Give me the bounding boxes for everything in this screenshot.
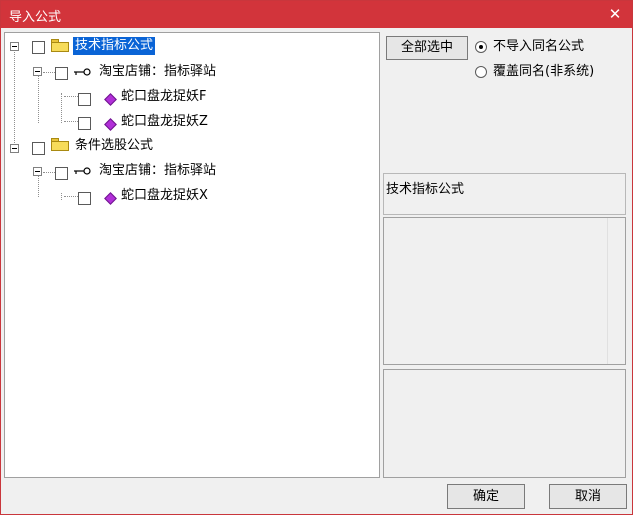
folder-icon bbox=[51, 138, 69, 151]
key-icon bbox=[74, 68, 91, 76]
formula-description-box[interactable] bbox=[383, 217, 626, 365]
collapse-toggle[interactable] bbox=[10, 42, 19, 51]
formula-detail-box[interactable] bbox=[383, 369, 626, 478]
collapse-toggle[interactable] bbox=[33, 67, 42, 76]
tree-item-label: 条件选股公式 bbox=[75, 138, 154, 153]
window-title: 导入公式 bbox=[9, 10, 62, 25]
radio-label: 覆盖同名(非系统) bbox=[493, 64, 595, 79]
formula-icon bbox=[104, 192, 117, 205]
radio-button[interactable] bbox=[475, 66, 487, 78]
close-icon[interactable]: ✕ bbox=[604, 3, 626, 25]
collapse-toggle[interactable] bbox=[33, 167, 42, 176]
radio-button[interactable] bbox=[475, 41, 487, 53]
tree-item-formula-x[interactable]: 蛇口盘龙捉妖X bbox=[5, 186, 375, 208]
tree-item-formula-z[interactable]: 蛇口盘龙捉妖Z bbox=[5, 112, 375, 134]
checkbox[interactable] bbox=[32, 142, 45, 155]
formula-icon bbox=[104, 93, 117, 106]
checkbox[interactable] bbox=[55, 167, 68, 180]
tree-item-label: 蛇口盘龙捉妖Z bbox=[121, 114, 208, 129]
radio-skip-duplicates[interactable]: 不导入同名公式 bbox=[475, 38, 625, 56]
formula-tree[interactable]: 技术指标公式 淘宝店铺：指标驿站 蛇口盘龙捉妖F 蛇口盘龙捉妖Z 条件选股公式 … bbox=[4, 32, 380, 478]
radio-overwrite-duplicates[interactable]: 覆盖同名(非系统) bbox=[475, 63, 625, 81]
tree-item-label: 技术指标公式 bbox=[73, 37, 156, 55]
cancel-button[interactable]: 取消 bbox=[549, 484, 627, 509]
tree-item-stock-selection[interactable]: 条件选股公式 bbox=[5, 137, 375, 159]
select-all-button[interactable]: 全部选中 bbox=[386, 36, 468, 60]
title-bar[interactable]: 导入公式 ✕ bbox=[1, 1, 632, 28]
tree-item-label: 淘宝店铺：指标驿站 bbox=[99, 64, 217, 79]
formula-category: 技术指标公式 bbox=[386, 182, 465, 197]
checkbox[interactable] bbox=[32, 41, 45, 54]
checkbox[interactable] bbox=[78, 192, 91, 205]
formula-category-box: 技术指标公式 bbox=[383, 173, 626, 215]
tree-item-formula-f[interactable]: 蛇口盘龙捉妖F bbox=[5, 87, 375, 109]
tree-item-label: 淘宝店铺：指标驿站 bbox=[99, 163, 217, 178]
key-icon bbox=[74, 167, 91, 175]
import-formula-dialog: 导入公式 ✕ 技术指标公式 淘宝店铺：指标驿站 蛇口盘龙捉妖F 蛇口盘龙捉妖Z … bbox=[0, 0, 633, 515]
checkbox[interactable] bbox=[55, 67, 68, 80]
tree-item-indicator-formulas[interactable]: 技术指标公式 bbox=[5, 37, 375, 59]
tree-item-shop[interactable]: 淘宝店铺：指标驿站 bbox=[5, 62, 375, 84]
checkbox[interactable] bbox=[78, 93, 91, 106]
ok-button[interactable]: 确定 bbox=[447, 484, 525, 509]
tree-item-shop[interactable]: 淘宝店铺：指标驿站 bbox=[5, 161, 375, 183]
scrollbar[interactable] bbox=[607, 218, 625, 364]
tree-item-label: 蛇口盘龙捉妖F bbox=[121, 89, 207, 104]
radio-label: 不导入同名公式 bbox=[493, 39, 585, 54]
tree-item-label: 蛇口盘龙捉妖X bbox=[121, 188, 208, 203]
folder-icon bbox=[51, 39, 69, 52]
collapse-toggle[interactable] bbox=[10, 144, 19, 153]
checkbox[interactable] bbox=[78, 117, 91, 130]
formula-icon bbox=[104, 118, 117, 131]
